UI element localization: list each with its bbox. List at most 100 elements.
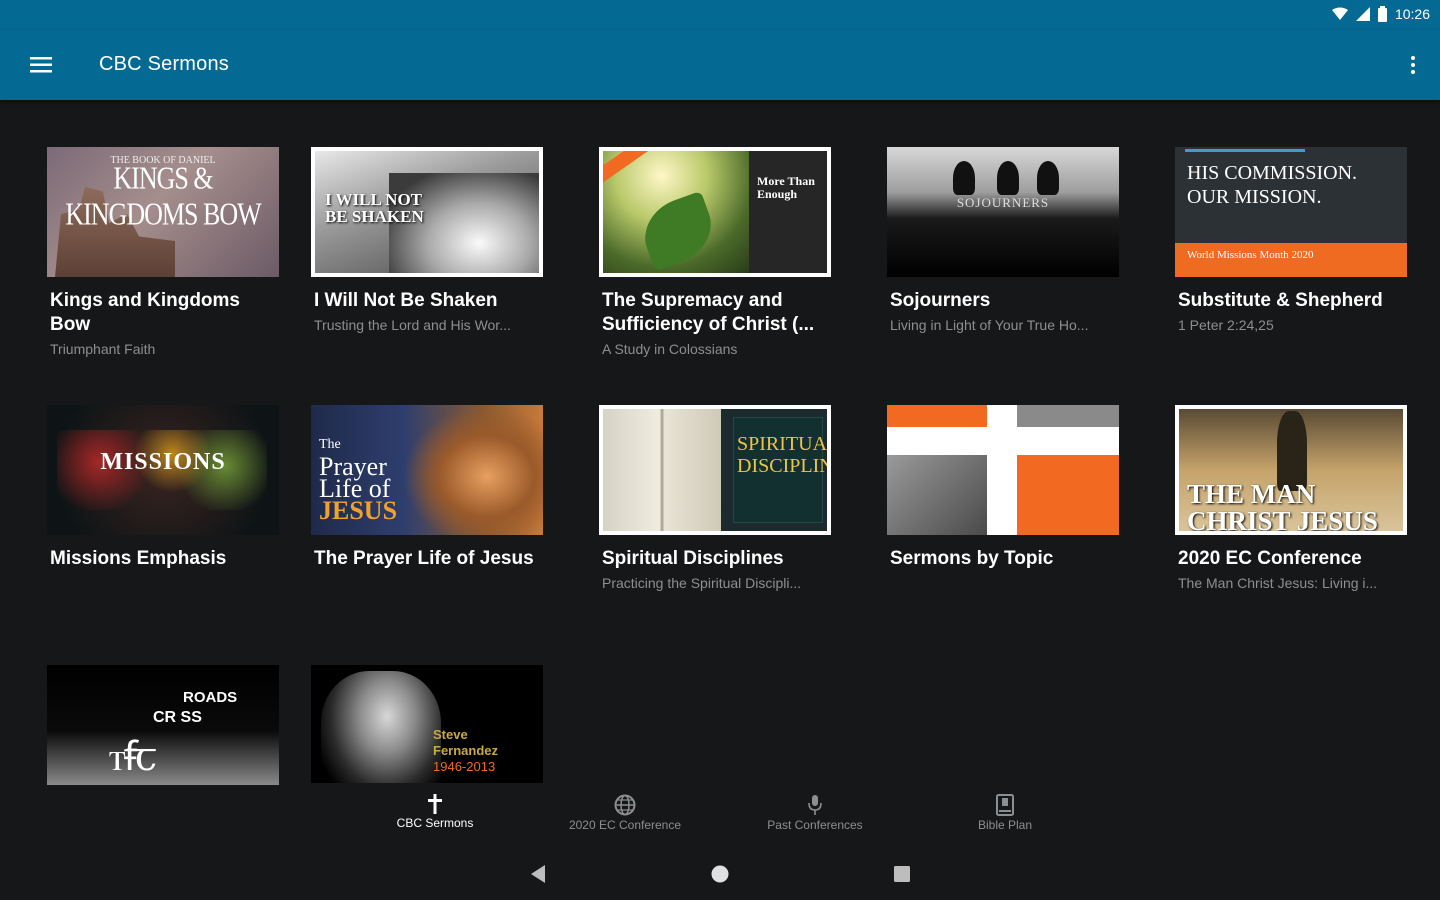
cross-icon [428, 794, 442, 814]
series-subtitle: A Study in Colossians [602, 341, 738, 357]
home-circle-icon [711, 865, 729, 883]
back-button[interactable] [526, 863, 550, 885]
status-time: 10:26 [1394, 6, 1430, 22]
art-text: I WILL NOT BE SHAKEN [325, 190, 424, 226]
series-thumbnail: Steve Fernandez 1946-2013 [311, 665, 543, 783]
app-bar: CBC Sermons [0, 30, 1440, 100]
series-thumbnail [887, 405, 1119, 535]
art-text: HIS COMMISSION. OUR MISSION. [1187, 162, 1358, 208]
series-subtitle: Living in Light of Your True Ho... [890, 317, 1089, 333]
art-text: More Than Enough [757, 174, 815, 201]
figure-silhouette [997, 161, 1019, 195]
series-title: Spiritual Disciplines [602, 548, 784, 569]
series-subtitle: Triumphant Faith [50, 341, 156, 357]
cross-graphic [1017, 405, 1119, 427]
face-illustration [403, 405, 543, 535]
accent-bar [1185, 149, 1305, 152]
system-navigation-bar [0, 846, 1440, 900]
battery-icon [1377, 6, 1387, 22]
series-title: The Supremacy and Sufficiency of Christ … [602, 290, 815, 335]
figure-silhouette [953, 161, 975, 195]
series-title: The Prayer Life of Jesus [314, 548, 534, 569]
series-card-sojourners[interactable]: SOJOURNERS Sojourners Living in Light of… [887, 147, 1119, 337]
series-title: Sermons by Topic [890, 548, 1054, 569]
series-subtitle: 1 Peter 2:24,25 [1178, 317, 1274, 333]
art-text: ROADS [183, 689, 238, 706]
series-thumbnail: THE BOOK OF DANIEL KINGS & KINGDOMS BOW [47, 147, 279, 277]
series-card-fernandez[interactable]: Steve Fernandez 1946-2013 [311, 665, 543, 783]
menu-icon [30, 57, 52, 73]
series-title: I Will Not Be Shaken [314, 290, 498, 311]
series-thumbnail: HIS COMMISSION. OUR MISSION. World Missio… [1175, 147, 1407, 277]
globe-icon [614, 794, 636, 816]
figure-silhouette [1037, 161, 1059, 195]
series-thumbnail: SPIRITUAL DISCIPLINES [599, 405, 831, 535]
art-text: THE MAN CHRIST JESUS [1187, 479, 1378, 535]
nav-label: Bible Plan [977, 818, 1033, 832]
recents-button[interactable] [890, 863, 914, 885]
series-card-topic[interactable]: Sermons by Topic [887, 405, 1119, 571]
overflow-menu-button[interactable] [1406, 50, 1420, 80]
art-text: Steve Fernandez 1946-2013 [433, 727, 499, 774]
status-bar: 10:26 [0, 0, 1440, 30]
cross-graphic [1017, 455, 1119, 535]
cross-graphic [887, 405, 987, 427]
series-card-kings[interactable]: THE BOOK OF DANIEL KINGS & KINGDOMS BOW … [47, 147, 279, 361]
series-title: Missions Emphasis [50, 548, 227, 569]
portrait-photo [321, 671, 441, 783]
art-text: CR SS [153, 709, 202, 726]
nav-item-cbc-sermons[interactable]: CBC Sermons [340, 790, 530, 846]
signal-icon [1355, 7, 1370, 21]
app-title: CBC Sermons [99, 53, 230, 75]
nav-item-past-conferences[interactable]: Past Conferences [720, 790, 910, 846]
series-card-prayer[interactable]: The Prayer Life of JESUS The Prayer Life… [311, 405, 543, 571]
orange-band: World Missions Month 2020 [1175, 243, 1407, 277]
back-triangle-icon [531, 865, 545, 883]
book-icon [996, 794, 1014, 816]
art-text: The Prayer Life of JESUS [319, 437, 398, 525]
nav-label: 2020 EC Conference [568, 818, 682, 832]
series-thumbnail: CR SS ROADS ꭲꞙꞇ [47, 665, 279, 785]
church-logo: ꭲꞙꞇ [109, 734, 157, 780]
series-thumbnail: SOJOURNERS [887, 147, 1119, 277]
series-thumbnail: I WILL NOT BE SHAKEN [311, 147, 543, 277]
more-vert-icon [1411, 56, 1415, 74]
series-subtitle: Practicing the Spiritual Discipli... [602, 575, 802, 591]
series-card-crossroads[interactable]: CR SS ROADS ꭲꞙꞇ [47, 665, 279, 785]
microphone-icon [808, 795, 822, 815]
series-subtitle: Trusting the Lord and His Wor... [314, 317, 511, 333]
recents-square-icon [894, 866, 910, 882]
nav-item-ec-conference[interactable]: 2020 EC Conference [530, 790, 720, 846]
cross-graphic [887, 455, 987, 535]
series-thumbnail: The Prayer Life of JESUS [311, 405, 543, 535]
nav-label: CBC Sermons [396, 816, 474, 830]
art-text: MISSIONS [100, 449, 226, 475]
series-card-commission[interactable]: HIS COMMISSION. OUR MISSION. World Missio… [1175, 147, 1407, 337]
bottom-navigation: CBC Sermons 2020 EC Conference Past Conf… [0, 790, 1440, 846]
series-thumbnail: More Than Enough [599, 147, 831, 277]
home-button[interactable] [708, 863, 732, 885]
series-thumbnail: MISSIONS [47, 405, 279, 535]
series-card-spiritual[interactable]: SPIRITUAL DISCIPLINES Spiritual Discipli… [599, 405, 831, 595]
art-text: KINGS & KINGDOMS BOW [65, 161, 261, 232]
art-text: World Missions Month 2020 [1187, 249, 1314, 261]
series-card-conference[interactable]: THE MAN CHRIST JESUS 2020 EC Conference T… [1175, 405, 1407, 595]
series-title: Substitute & Shepherd [1178, 290, 1383, 311]
series-card-missions[interactable]: MISSIONS Missions Emphasis [47, 405, 279, 571]
status-icons: 10:26 [1331, 6, 1430, 22]
series-thumbnail: THE MAN CHRIST JESUS [1175, 405, 1407, 535]
nav-label: Past Conferences [767, 818, 863, 832]
series-grid: THE BOOK OF DANIEL KINGS & KINGDOMS BOW … [0, 100, 1440, 790]
series-title: Sojourners [890, 290, 991, 311]
series-title: 2020 EC Conference [1178, 548, 1362, 569]
series-title: Kings and Kingdoms Bow [50, 290, 240, 335]
open-bible-photo [603, 409, 721, 531]
nav-item-bible-plan[interactable]: Bible Plan [910, 790, 1100, 846]
series-subtitle: The Man Christ Jesus: Living i... [1178, 575, 1378, 591]
series-card-supremacy[interactable]: More Than Enough The Supremacy and Suffi… [599, 147, 831, 361]
art-text: SOJOURNERS [956, 195, 1050, 210]
hamburger-menu-button[interactable] [22, 48, 60, 82]
wifi-icon [1331, 7, 1348, 20]
art-text: SPIRITUAL DISCIPLINES [737, 433, 831, 477]
series-card-shaken[interactable]: I WILL NOT BE SHAKEN I Will Not Be Shake… [311, 147, 543, 337]
